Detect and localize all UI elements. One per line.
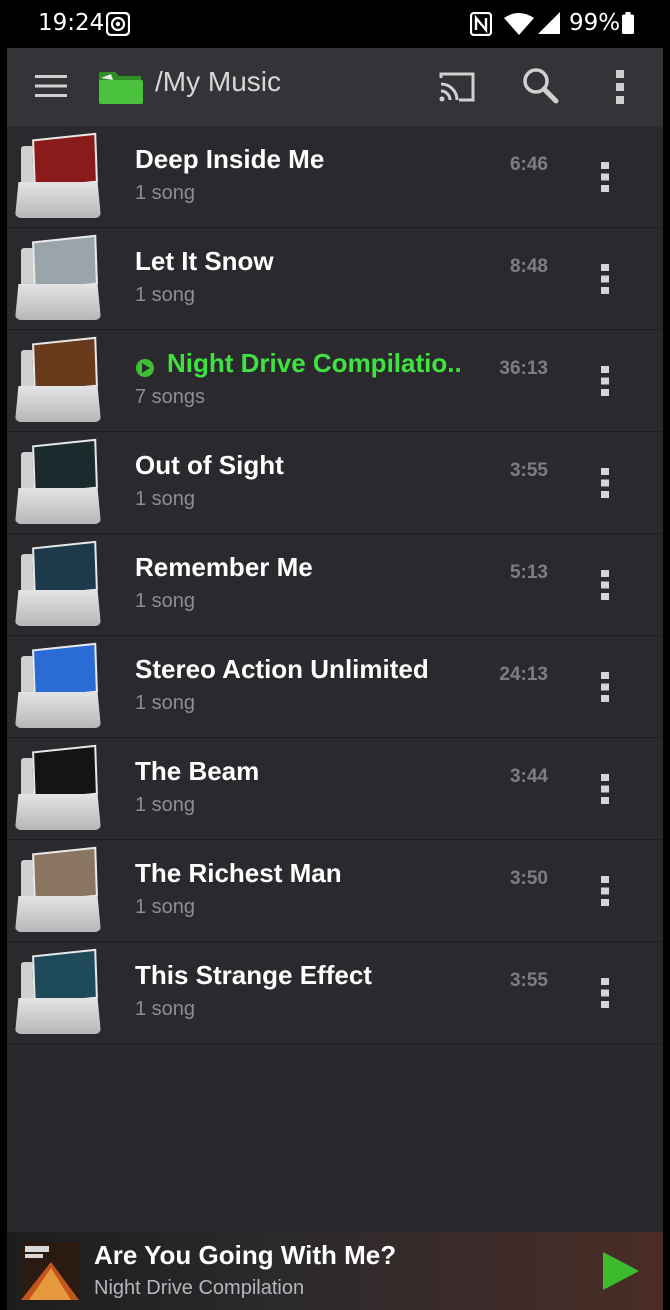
folder-album-icon bbox=[15, 846, 103, 932]
folder-album-icon bbox=[15, 336, 103, 422]
item-overflow-icon[interactable] bbox=[599, 672, 611, 702]
list-item-subtitle: 1 song bbox=[135, 284, 196, 306]
status-time: 19:24 bbox=[38, 10, 105, 36]
sync-icon bbox=[106, 12, 130, 36]
folder-album-icon bbox=[15, 744, 103, 830]
item-overflow-icon[interactable] bbox=[599, 468, 611, 498]
item-overflow-icon[interactable] bbox=[599, 264, 611, 294]
folder-album-icon bbox=[15, 234, 103, 320]
folder-album-icon bbox=[15, 132, 103, 218]
list-item-duration: 36:13 bbox=[499, 358, 548, 379]
cast-icon[interactable] bbox=[437, 70, 477, 104]
list-item-subtitle: 1 song bbox=[135, 692, 196, 714]
list-item-title: Stereo Action Unlimited bbox=[135, 654, 429, 684]
overflow-menu-icon[interactable] bbox=[611, 68, 629, 106]
list-item-title: The Beam bbox=[135, 756, 260, 786]
toolbar: /My Music bbox=[7, 48, 663, 126]
now-playing-indicator-icon bbox=[136, 359, 154, 377]
list-item[interactable]: Remember Me 1 song 5:13 bbox=[7, 534, 663, 636]
list-item-title: Out of Sight bbox=[135, 450, 284, 480]
nfc-icon bbox=[470, 12, 492, 36]
list-item[interactable]: Deep Inside Me 1 song 6:46 bbox=[7, 126, 663, 228]
now-playing-album-art bbox=[21, 1242, 79, 1300]
battery-percent: 99% bbox=[569, 10, 621, 36]
list-item-duration: 24:13 bbox=[499, 664, 548, 685]
signal-icon bbox=[538, 12, 560, 34]
list-item-title: This Strange Effect bbox=[135, 960, 372, 990]
music-folder-list: Deep Inside Me 1 song 6:46 Let It Snow 1… bbox=[7, 126, 663, 1044]
folder-album-icon bbox=[15, 642, 103, 728]
list-item-subtitle: 1 song bbox=[135, 896, 196, 918]
play-icon[interactable] bbox=[601, 1250, 641, 1292]
list-item[interactable]: Stereo Action Unlimited 1 song 24:13 bbox=[7, 636, 663, 738]
now-playing-title: Are You Going With Me? bbox=[94, 1240, 397, 1270]
list-item-subtitle: 1 song bbox=[135, 182, 196, 204]
list-item[interactable]: This Strange Effect 1 song 3:55 bbox=[7, 942, 663, 1044]
list-item-title: Night Drive Compilatio.. bbox=[167, 348, 462, 378]
folder-album-icon bbox=[15, 948, 103, 1034]
green-folder-icon bbox=[99, 72, 143, 104]
list-item[interactable]: Out of Sight 1 song 3:55 bbox=[7, 432, 663, 534]
list-item-duration: 3:44 bbox=[509, 766, 548, 787]
list-item-subtitle: 1 song bbox=[135, 590, 196, 612]
list-item[interactable]: Night Drive Compilatio.. 7 songs 36:13 bbox=[7, 330, 663, 432]
now-playing-bar[interactable]: Are You Going With Me? Night Drive Compi… bbox=[7, 1232, 663, 1310]
list-item-title: Remember Me bbox=[135, 552, 313, 582]
wifi-icon bbox=[504, 13, 534, 35]
list-item-title: Deep Inside Me bbox=[135, 144, 325, 174]
battery-icon bbox=[622, 12, 634, 34]
status-bar: 19:24 99% bbox=[0, 0, 670, 50]
item-overflow-icon[interactable] bbox=[599, 774, 611, 804]
list-item-subtitle: 1 song bbox=[135, 488, 196, 510]
list-item-duration: 6:46 bbox=[509, 154, 548, 175]
list-item[interactable]: The Richest Man 1 song 3:50 bbox=[7, 840, 663, 942]
folder-album-icon bbox=[15, 438, 103, 524]
list-item-title: Let It Snow bbox=[135, 246, 274, 276]
item-overflow-icon[interactable] bbox=[599, 876, 611, 906]
item-overflow-icon[interactable] bbox=[599, 366, 611, 396]
search-icon[interactable] bbox=[520, 66, 560, 106]
list-item[interactable]: Let It Snow 1 song 8:48 bbox=[7, 228, 663, 330]
item-overflow-icon[interactable] bbox=[599, 978, 611, 1008]
folder-album-icon bbox=[15, 540, 103, 626]
item-overflow-icon[interactable] bbox=[599, 570, 611, 600]
list-item-duration: 3:55 bbox=[509, 460, 548, 481]
phone-screen: 19:24 99% /My Music Deep Inside Me 1 son… bbox=[0, 0, 670, 1310]
list-item-duration: 3:55 bbox=[509, 970, 548, 991]
list-item-subtitle: 1 song bbox=[135, 794, 196, 816]
list-item-duration: 8:48 bbox=[509, 256, 548, 277]
now-playing-subtitle: Night Drive Compilation bbox=[94, 1277, 305, 1299]
list-item-title: The Richest Man bbox=[135, 858, 342, 888]
app-window: /My Music Deep Inside Me 1 song 6:46 Let… bbox=[7, 48, 663, 1310]
list-item-duration: 3:50 bbox=[509, 868, 548, 889]
item-overflow-icon[interactable] bbox=[599, 162, 611, 192]
list-item[interactable]: The Beam 1 song 3:44 bbox=[7, 738, 663, 840]
list-item-duration: 5:13 bbox=[509, 562, 548, 583]
toolbar-title: /My Music bbox=[155, 66, 281, 97]
hamburger-menu-icon[interactable] bbox=[35, 74, 67, 98]
list-item-subtitle: 7 songs bbox=[135, 386, 206, 408]
list-item-subtitle: 1 song bbox=[135, 998, 196, 1020]
